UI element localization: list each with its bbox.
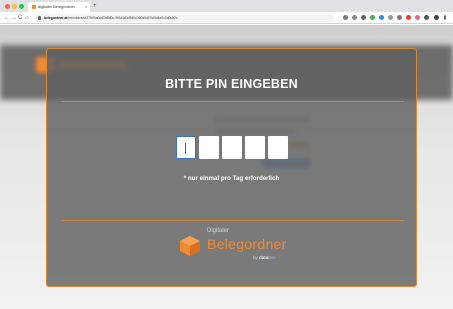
extension-icon[interactable] xyxy=(361,15,366,20)
pin-digit-4[interactable] xyxy=(245,136,265,159)
pin-digit-3[interactable] xyxy=(222,136,242,159)
tab-close-icon[interactable]: × xyxy=(85,3,87,11)
tab-title: digitaler Belegordner xyxy=(38,4,75,9)
extension-icon[interactable] xyxy=(370,15,375,20)
home-icon[interactable]: ⌂ xyxy=(25,14,29,22)
tab-bar: digitaler Belegordner × + xyxy=(0,0,453,12)
extension-icon[interactable] xyxy=(397,15,402,20)
close-window-button[interactable] xyxy=(5,4,10,9)
profile-icon[interactable] xyxy=(434,15,439,20)
lock-icon xyxy=(38,16,41,20)
browser-toolbar: ← → C ⌂ belegordner.at/members/ot27590a0… xyxy=(0,12,453,24)
browser-tab[interactable]: digitaler Belegordner × xyxy=(28,2,90,12)
pin-digit-2[interactable] xyxy=(199,136,219,159)
forward-icon[interactable]: → xyxy=(11,14,17,22)
pin-digit-1[interactable] xyxy=(176,136,196,159)
url-text: belegordner.at/members/ot27590a0cd0b8d0c… xyxy=(44,16,178,20)
extension-icon[interactable] xyxy=(406,15,411,20)
favicon-icon xyxy=(32,5,36,9)
reload-icon[interactable]: C xyxy=(18,14,22,22)
minimize-window-button[interactable] xyxy=(12,4,17,9)
pin-note: * nur einmal pro Tag erforderlich xyxy=(183,175,280,182)
pin-digit-5[interactable] xyxy=(268,136,288,159)
divider xyxy=(61,220,404,221)
divider xyxy=(61,101,404,102)
search-icon[interactable] xyxy=(343,15,348,20)
new-tab-button[interactable]: + xyxy=(93,2,97,10)
extension-icon[interactable] xyxy=(424,15,429,20)
brand-byline: by databox xyxy=(253,255,276,260)
extension-icon[interactable] xyxy=(388,15,393,20)
modal-title: BITTE PIN EINGEBEN xyxy=(165,77,298,91)
extension-icon[interactable] xyxy=(415,15,420,20)
brand-logo: Digitaler Belegordner by databox xyxy=(179,227,329,267)
browser-window: digitaler Belegordner × + ← → C ⌂ belego… xyxy=(0,0,453,309)
pin-input-row xyxy=(176,136,291,159)
brand-prefix: Digitaler xyxy=(207,228,230,234)
extension-icon[interactable] xyxy=(352,15,357,20)
maximize-window-button[interactable] xyxy=(19,4,24,9)
address-bar[interactable]: belegordner.at/members/ot27590a0cd0b8d0c… xyxy=(34,14,334,22)
cube-logo-icon xyxy=(180,236,200,256)
text-caret xyxy=(185,143,186,154)
menu-icon[interactable] xyxy=(444,15,446,20)
pin-modal: BITTE PIN EINGEBEN * nur einmal pro Tag … xyxy=(46,48,417,287)
brand-name: Belegordner xyxy=(207,236,287,252)
back-icon[interactable]: ← xyxy=(4,14,10,22)
extension-icon[interactable] xyxy=(379,15,384,20)
